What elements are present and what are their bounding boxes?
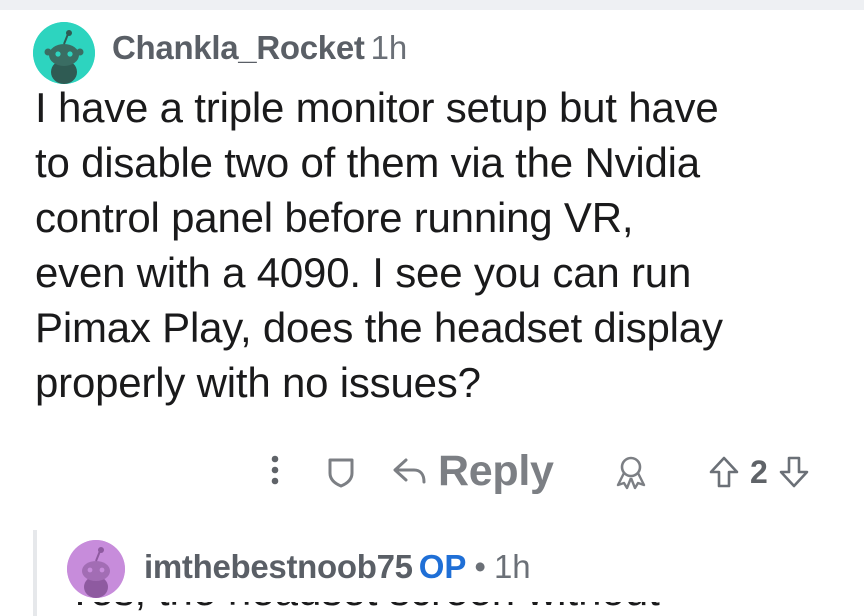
reply-body-text: Yes, the headset screen without [66, 602, 660, 614]
avatar[interactable] [33, 22, 95, 84]
comment-line: properly with no issues? [35, 359, 481, 406]
snoo-icon [67, 540, 125, 598]
award-icon [616, 456, 646, 490]
comment-line: Pimax Play, does the headset display [35, 304, 723, 351]
snoo-icon [33, 22, 95, 84]
thread-line[interactable] [33, 530, 37, 616]
separator: • [474, 548, 486, 585]
reply-button[interactable]: Reply [392, 442, 554, 500]
shield-icon [328, 458, 354, 488]
comment-line: to disable two of them via the Nvidia [35, 139, 700, 186]
comment-meta: Chankla_Rocket 1h [112, 28, 407, 68]
reply-label: Reply [438, 446, 554, 495]
vote-count: 2 [750, 453, 768, 490]
timestamp: 1h [370, 29, 408, 66]
comment-body: I have a triple monitor setup but have t… [35, 80, 835, 410]
reply-meta: imthebestnoob75 OP • 1h [144, 546, 531, 588]
timestamp: 1h [493, 548, 531, 585]
downvote-icon[interactable] [778, 455, 810, 489]
reply-body-partial: Yes, the headset screen without [66, 602, 846, 616]
comment-line: I have a triple monitor setup but have [35, 84, 719, 131]
comment-line: even with a 4090. I see you can run [35, 249, 692, 296]
reply-arrow-icon [393, 458, 426, 484]
comment-actions: Reply 2 [0, 438, 864, 508]
username[interactable]: imthebestnoob75 [144, 548, 413, 585]
top-divider [0, 0, 864, 10]
username[interactable]: Chankla_Rocket [112, 29, 365, 66]
save-button[interactable] [318, 452, 364, 492]
op-badge: OP [418, 548, 467, 585]
upvote-icon[interactable] [708, 455, 740, 489]
award-button[interactable] [608, 450, 654, 494]
more-vertical-icon [271, 455, 279, 485]
comment-line: control panel before running VR, [35, 194, 634, 241]
vote-controls: 2 [708, 448, 810, 496]
avatar[interactable] [67, 540, 125, 598]
more-options-button[interactable] [263, 448, 287, 492]
